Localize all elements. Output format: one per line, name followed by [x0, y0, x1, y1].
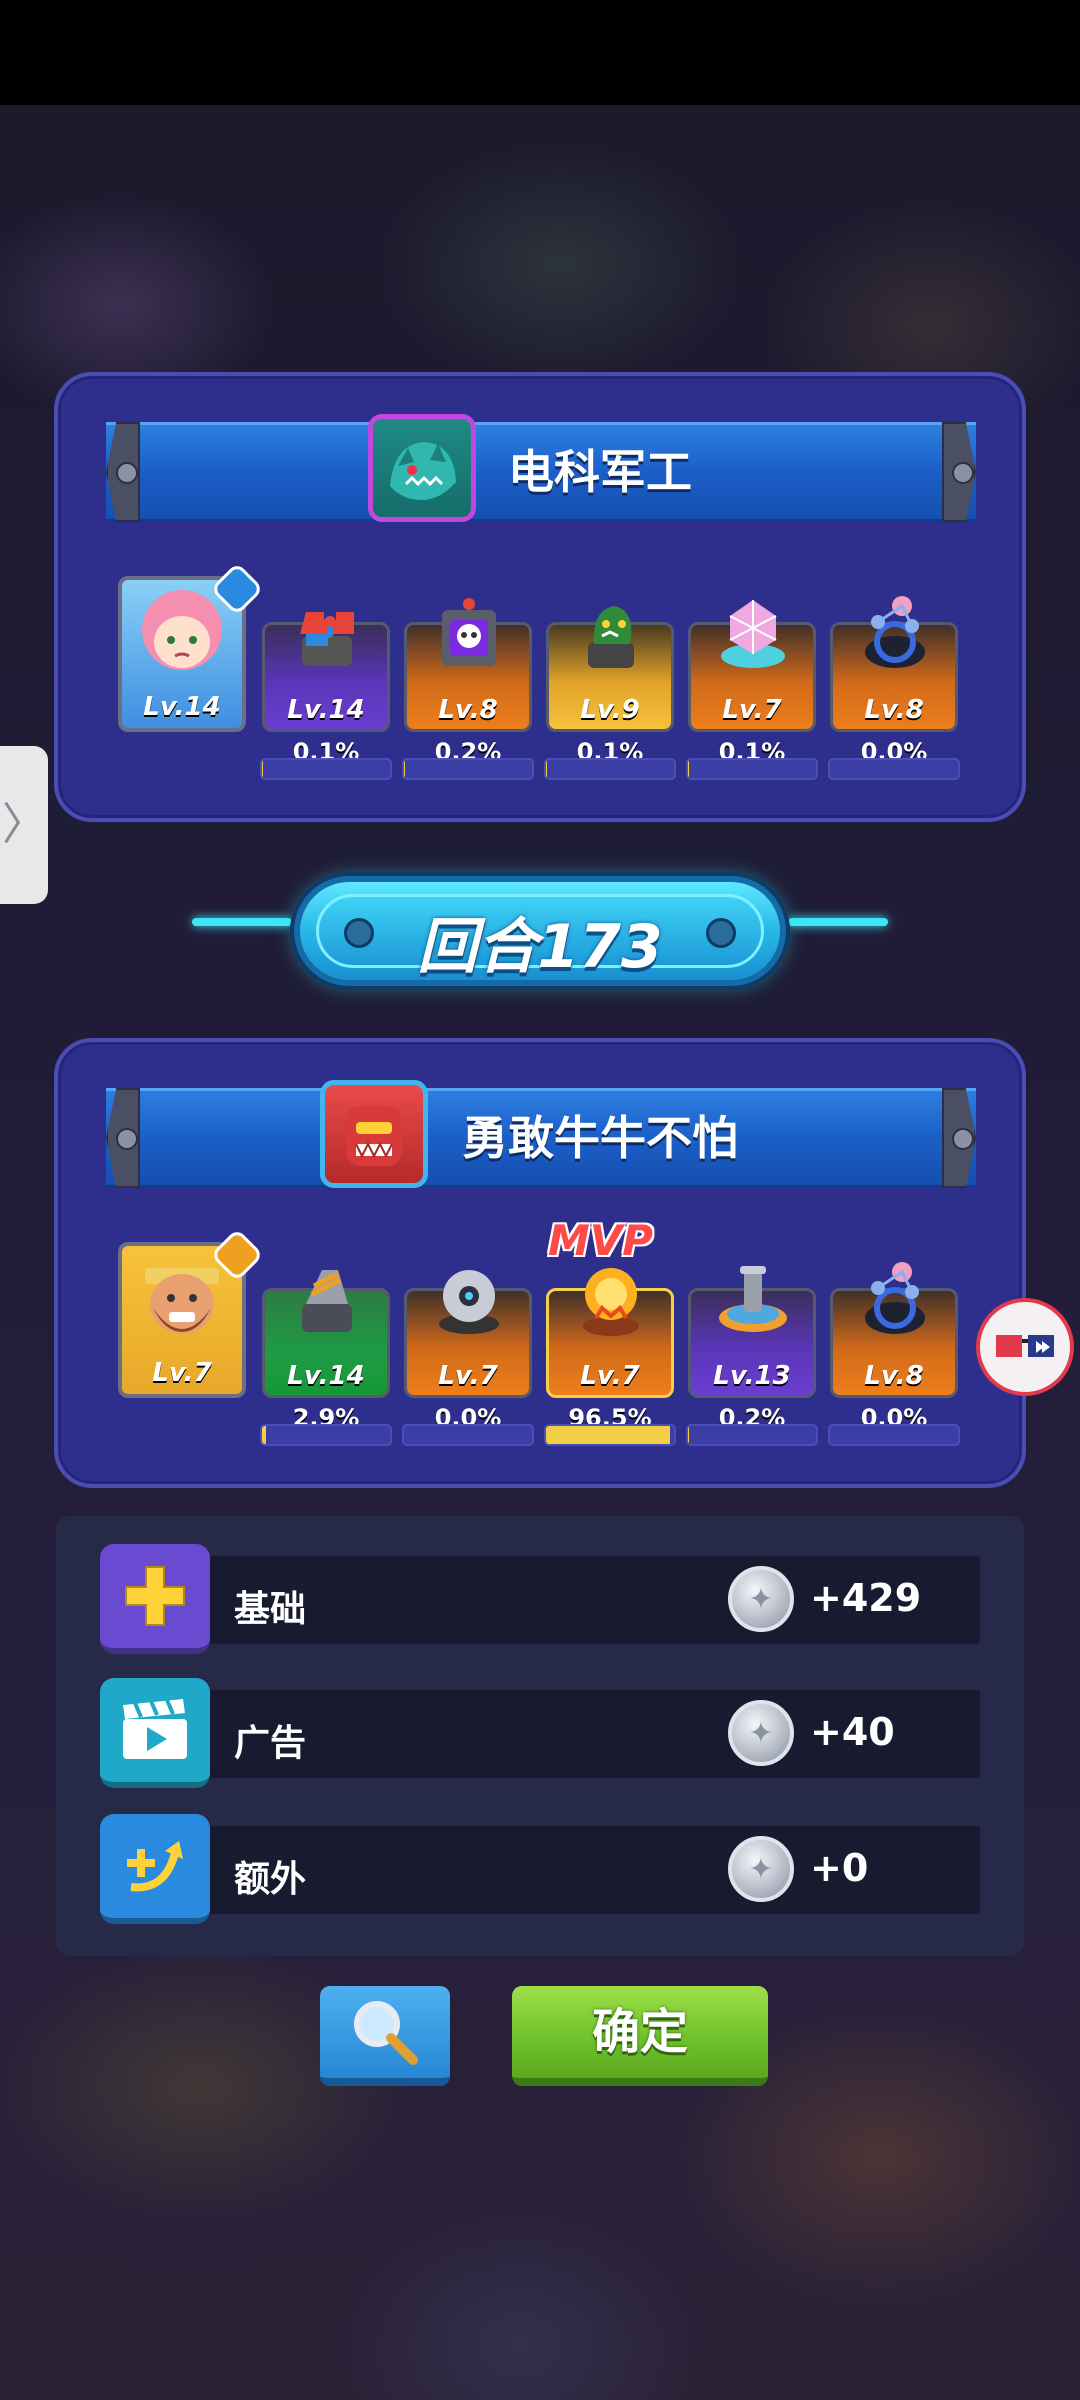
plus-icon	[100, 1544, 210, 1654]
bottom-card-1[interactable]: Lv.14	[262, 1270, 390, 1398]
reward-row-ad: 广告 ✦ +40	[100, 1678, 980, 1788]
top-card-3[interactable]: Lv.9	[546, 606, 674, 732]
fire-orb-tower-icon	[563, 1255, 659, 1351]
top-team-name: 电科军工	[508, 445, 692, 499]
damage-bar-fill	[546, 1426, 670, 1444]
card-level: Lv.7	[438, 1361, 498, 1391]
coin-icon: ✦	[728, 1700, 794, 1766]
reward-row-basic: 基础 ✦ +429	[100, 1544, 980, 1654]
bottom-hero-level: Lv.7	[152, 1358, 212, 1388]
coin-icon: ✦	[728, 1566, 794, 1632]
game-glasses-icon	[996, 1335, 1054, 1357]
floating-assistant-button[interactable]	[976, 1298, 1074, 1396]
cannon-tower-icon	[705, 1255, 801, 1351]
round-label: 回合173	[417, 912, 663, 982]
reward-value: +40	[810, 1710, 895, 1754]
bonus-arrow-icon	[100, 1814, 210, 1924]
damage-bar	[544, 758, 676, 780]
card-level: Lv.8	[438, 695, 498, 725]
robot-ball-tower-icon	[421, 1255, 517, 1351]
round-line-left	[192, 918, 292, 926]
mvp-badge: MVP	[548, 1216, 654, 1265]
teal-monster-avatar-icon	[368, 414, 476, 522]
top-card-2[interactable]: Lv.8	[404, 598, 532, 732]
top-card-1[interactable]: Lv.14	[262, 612, 390, 732]
reward-label: 额外	[234, 1859, 307, 1900]
reward-row-extra: 额外 ✦ +0	[100, 1814, 980, 1924]
reward-label: 基础	[234, 1589, 307, 1630]
damage-bar	[402, 758, 534, 780]
card-level: Lv.8	[864, 1361, 924, 1391]
damage-bar	[828, 758, 960, 780]
puzzle-tower-icon	[279, 589, 375, 685]
red-robot-avatar-icon	[320, 1080, 428, 1188]
damage-bar	[544, 1424, 676, 1446]
chevron-right-icon: 〉	[2, 799, 46, 850]
drill-tower-icon	[279, 1255, 375, 1351]
top-hero-level: Lv.14	[143, 692, 221, 722]
bottom-card-3[interactable]: Lv.7	[546, 1268, 674, 1398]
reward-value: +429	[810, 1576, 922, 1620]
top-card-5[interactable]: Lv.8	[830, 596, 958, 732]
top-team-panel: 电科军工 Lv.14 Lv.14 Lv.8 Lv.9 Lv.7 Lv.8 0.1…	[54, 372, 1026, 822]
rewards-panel: 基础 ✦ +429 广告 ✦ +40 额外 ✦ +0	[56, 1516, 1024, 1956]
card-level: Lv.7	[580, 1361, 640, 1391]
round-indicator: 回合173	[294, 876, 786, 986]
reward-label: 广告	[234, 1723, 307, 1764]
card-level: Lv.14	[287, 695, 365, 725]
top-card-4[interactable]: Lv.7	[688, 600, 816, 732]
search-button[interactable]	[320, 1986, 450, 2086]
coin-icon: ✦	[728, 1836, 794, 1902]
status-bar	[0, 0, 1080, 105]
damage-bar	[402, 1424, 534, 1446]
card-level: Lv.8	[864, 695, 924, 725]
card-level: Lv.13	[713, 1361, 791, 1391]
snake-tower-icon	[563, 589, 659, 685]
reward-value: +0	[810, 1846, 869, 1890]
round-line-right	[788, 918, 888, 926]
skull-tower-icon	[421, 589, 517, 685]
bottom-team-panel: 勇敢牛牛不怕 Lv.7 Lv.14 Lv.7 Lv.7 Lv.13 Lv.8 2…	[54, 1038, 1026, 1488]
damage-bar	[260, 758, 392, 780]
damage-bar	[260, 1424, 392, 1446]
crystal-tower-icon	[705, 589, 801, 685]
orbit-tower-icon	[847, 589, 943, 685]
confirm-button[interactable]: 确定	[512, 1986, 768, 2086]
damage-bar	[686, 758, 818, 780]
side-drawer-handle[interactable]: 〉	[0, 746, 48, 904]
card-level: Lv.9	[580, 695, 640, 725]
orbit-tower-icon	[847, 1255, 943, 1351]
damage-bar	[828, 1424, 960, 1446]
bottom-card-4[interactable]: Lv.13	[688, 1266, 816, 1398]
video-ad-icon	[100, 1678, 210, 1788]
card-level: Lv.14	[287, 1361, 365, 1391]
bottom-card-2[interactable]: Lv.7	[404, 1270, 532, 1398]
bottom-card-5[interactable]: Lv.8	[830, 1262, 958, 1398]
card-level: Lv.7	[722, 695, 782, 725]
damage-bar-fill	[262, 1426, 266, 1444]
bottom-team-name: 勇敢牛牛不怕	[462, 1111, 738, 1165]
damage-bar	[686, 1424, 818, 1446]
magnifier-icon	[354, 2001, 418, 2065]
